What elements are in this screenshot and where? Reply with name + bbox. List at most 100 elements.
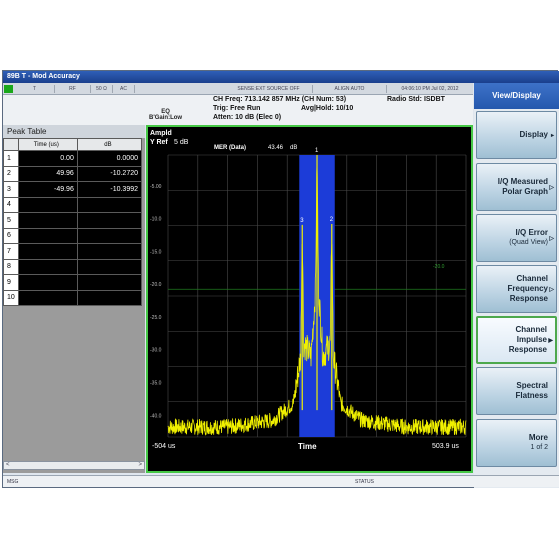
status-sense: SENSE:EXT SOURCE OFF — [225, 85, 313, 93]
scroll-right-icon[interactable]: > — [138, 462, 142, 468]
eq-gain-label: B'Gain:Low — [149, 115, 183, 121]
row-db — [76, 243, 143, 260]
cir-label-1: Channel — [515, 325, 547, 334]
eq-indicator: EQ B'Gain:Low — [149, 109, 182, 121]
status-datetime: 04:06:10 PM Jul 02, 2012 — [401, 86, 459, 92]
header-index — [3, 138, 19, 151]
table-row[interactable]: 3 -49.96 -10.3992 — [3, 181, 143, 198]
peak-table: Time (us) dB 1 0.00 0.0000 2 49.96 -10.2720 … — [3, 138, 143, 306]
row-index: 10 — [3, 289, 19, 306]
cfr-label-3: Response — [509, 294, 548, 303]
channel-frequency: CH Freq: 713.142 857 MHz (CH Num: 53) — [213, 96, 347, 103]
yref-label: Y Ref — [150, 139, 168, 146]
mer-unit: dB — [290, 145, 297, 151]
peak-table-title: Peak Table — [3, 125, 145, 138]
status-impedance: 50 Ω — [91, 85, 113, 93]
iq-error-quad-view-button[interactable]: I/Q Error (Quad View) ▷ — [476, 214, 557, 262]
message-bar: MSG STATUS — [3, 475, 559, 487]
iq-measured-polar-graph-button[interactable]: I/Q Measured Polar Graph ▷ — [476, 163, 557, 211]
impulse-response-plot[interactable]: Ampld Y Ref 5 dB MER (Data) 43.46 dB -5.… — [146, 125, 473, 473]
row-index: 2 — [3, 165, 19, 182]
spectral-flatness-button[interactable]: Spectral Flatness — [476, 367, 557, 415]
table-row[interactable]: 10 — [3, 289, 143, 306]
cfr-label-2: Frequency — [507, 284, 548, 293]
y-tick-label: -35.0 — [150, 381, 162, 387]
iq-measured-label-2: Polar Graph — [502, 187, 548, 196]
row-index: 5 — [3, 212, 19, 229]
status-coupling: AC — [113, 85, 135, 93]
more-button[interactable]: More 1 of 2 — [476, 419, 557, 467]
channel-impulse-response-button[interactable]: Channel Impulse Response ▶ — [476, 316, 557, 364]
channel-frequency-response-button[interactable]: Channel Frequency Response ▷ — [476, 265, 557, 313]
table-row[interactable]: 1 0.00 0.0000 — [3, 150, 143, 167]
row-time: 0.00 — [17, 150, 78, 167]
status-label: STATUS — [355, 479, 374, 485]
y-tick-label: -5.00 — [150, 184, 162, 190]
radio-select-icon: ▷ — [549, 185, 554, 191]
impulse-response-chart: Ampld Y Ref 5 dB MER (Data) 43.46 dB -5.… — [148, 127, 471, 471]
submenu-arrow-icon: ▸ — [550, 133, 554, 139]
cir-label-2: Impulse — [516, 335, 547, 344]
attenuation-info: Atten: 10 dB (Elec 0) — [213, 114, 282, 121]
table-row[interactable]: 8 — [3, 258, 143, 275]
table-row[interactable]: 4 — [3, 196, 143, 213]
softkey-panel: View/Display Display ▸ I/Q Measured Pola… — [474, 83, 559, 488]
row-time — [17, 227, 78, 244]
display-button[interactable]: Display ▸ — [476, 111, 557, 159]
peak-table-header: Time (us) dB — [3, 138, 143, 151]
spectral-flatness-label-2: Flatness — [515, 391, 548, 400]
row-time: 49.96 — [17, 165, 78, 182]
row-db — [76, 274, 143, 291]
x-end-label: 503.9 us — [432, 443, 459, 450]
avg-hold-info: Avg|Hold: 10/10 — [301, 105, 354, 112]
cir-label-3: Response — [508, 345, 547, 354]
x-start-label: -504 us — [152, 443, 176, 450]
scroll-left-icon[interactable]: < — [6, 462, 10, 468]
row-index: 6 — [3, 227, 19, 244]
scale-label: 5 dB — [174, 139, 189, 146]
table-row[interactable]: 7 — [3, 243, 143, 260]
table-row[interactable]: 9 — [3, 274, 143, 291]
status-input: RF — [55, 85, 91, 93]
row-db: 0.0000 — [76, 150, 143, 167]
row-db — [76, 212, 143, 229]
row-index: 4 — [3, 196, 19, 213]
radio-selected-icon: ▶ — [548, 338, 553, 344]
mer-label: MER (Data) — [214, 145, 246, 151]
threshold-label: -20.0 — [433, 264, 445, 270]
row-db — [76, 196, 143, 213]
trigger-info: Trig: Free Run — [213, 105, 261, 112]
more-label: More — [528, 433, 548, 442]
row-index: 7 — [3, 243, 19, 260]
row-index: 8 — [3, 258, 19, 275]
y-tick-label: -15.0 — [150, 249, 162, 255]
spectral-flatness-label-1: Spectral — [516, 381, 548, 390]
row-db: -10.2720 — [76, 165, 143, 182]
row-time — [17, 212, 78, 229]
row-index: 3 — [3, 181, 19, 198]
display-button-label: Display — [519, 130, 548, 139]
mer-value: 43.46 — [268, 145, 284, 151]
table-row[interactable]: 5 — [3, 212, 143, 229]
radio-select-icon: ▷ — [549, 236, 554, 242]
y-tick-label: -10.0 — [150, 217, 162, 223]
header-time: Time (us) — [17, 138, 78, 151]
more-page-label: 1 of 2 — [530, 444, 548, 451]
table-row[interactable]: 6 — [3, 227, 143, 244]
y-tick-label: -30.0 — [150, 348, 162, 354]
table-row[interactable]: 2 49.96 -10.2720 — [3, 165, 143, 182]
analyzer-screen: 89B T - Mod Accuracy T RF 50 Ω AC SENSE:… — [2, 70, 559, 488]
row-time: -49.96 — [17, 181, 78, 198]
header-db: dB — [76, 138, 143, 151]
radio-select-icon: ▷ — [549, 287, 554, 293]
msg-label: MSG — [7, 479, 19, 485]
row-time — [17, 274, 78, 291]
radio-standard: Radio Std: ISDBT — [387, 96, 445, 103]
iq-error-label-1: I/Q Error — [515, 228, 548, 237]
peak-table-scrollbar[interactable]: < > — [3, 461, 145, 470]
row-time — [17, 196, 78, 213]
row-index: 9 — [3, 274, 19, 291]
row-time — [17, 289, 78, 306]
measurement-info: EQ B'Gain:Low CH Freq: 713.142 857 MHz (… — [3, 95, 473, 125]
row-time — [17, 243, 78, 260]
